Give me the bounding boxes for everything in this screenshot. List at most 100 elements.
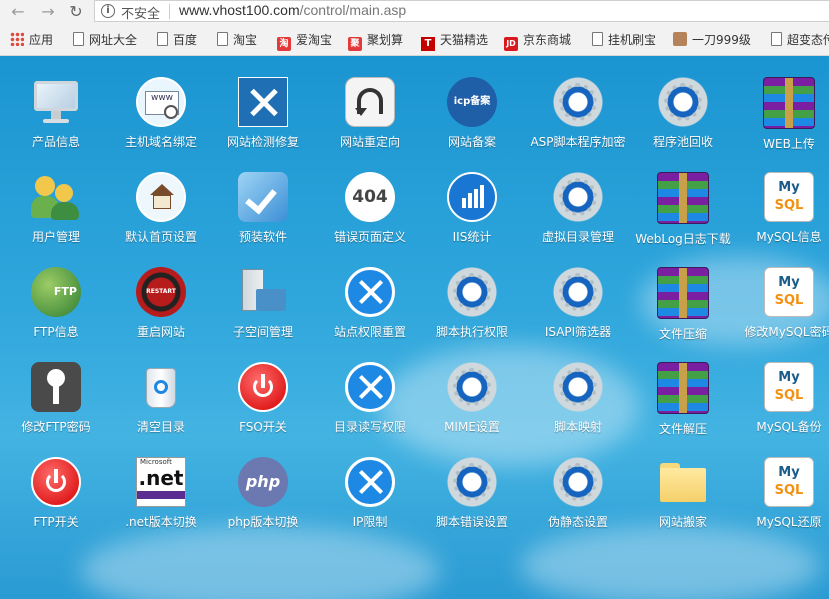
desktop-app-item[interactable]: My SQL MySQL信息 [737, 172, 829, 246]
app-label: 虚拟目录管理 [541, 230, 614, 244]
desktop-app-item[interactable]: 网站检测修复 [211, 77, 315, 151]
desktop-app-item[interactable]: 预装软件 [211, 172, 315, 246]
desktop-app-item[interactable]: 脚本映射 [526, 362, 630, 436]
browser-toolbar: ← → ↻ i 不安全 www.vhost100.com/control/mai… [0, 0, 829, 24]
app-label: IIS统计 [452, 230, 492, 244]
desktop-app-item[interactable]: MIME设置 [420, 362, 524, 436]
desktop-app-item[interactable]: 清空目录 [109, 362, 213, 436]
app-label: .net版本切换 [125, 515, 197, 529]
desktop-app-item[interactable]: ISAPI筛选器 [526, 267, 630, 341]
desktop-app-item[interactable]: FTP开关 [4, 457, 108, 531]
recycle-bin-icon [136, 362, 186, 412]
mysql-text-b: SQL [774, 293, 804, 308]
desktop-app-item[interactable]: FTP FTP信息 [4, 267, 108, 341]
desktop-app-item[interactable]: Microsoft .net .net版本切换 [109, 457, 213, 531]
app-label: FTP开关 [33, 515, 79, 529]
desktop-app-item[interactable]: 产品信息 [4, 77, 108, 151]
app-label: 脚本执行权限 [435, 325, 508, 339]
mysql-icon: My SQL [764, 457, 814, 507]
desktop-app-item[interactable]: 目录读写权限 [318, 362, 422, 436]
mysql-icon: My SQL [764, 172, 814, 222]
bookmark-item[interactable]: 挂机刷宝 [592, 31, 656, 49]
bookmark-item[interactable]: 淘宝 [217, 31, 257, 49]
url-text[interactable]: www.vhost100.com/control/main.asp [179, 2, 406, 18]
bookmark-item[interactable]: T 天猫精选 [421, 31, 488, 51]
bookmark-label: 应用 [29, 33, 54, 47]
desktop-app-item[interactable]: 网站重定向 [318, 77, 422, 151]
mysql-text-a: My [778, 465, 800, 480]
desktop-app-item[interactable]: FSO开关 [211, 362, 315, 436]
bookmark-label: 聚划算 [367, 33, 404, 47]
desktop-app-item[interactable]: 子空间管理 [211, 267, 315, 341]
desktop-app-item[interactable]: WEB上传 [737, 77, 829, 153]
mysql-text-b: SQL [774, 198, 804, 213]
address-bar[interactable]: i 不安全 www.vhost100.com/control/main.asp [94, 0, 829, 22]
desktop-app-item[interactable]: 脚本执行权限 [420, 267, 524, 341]
desktop-app-item[interactable]: icp备案 网站备案 [420, 77, 524, 151]
app-label: 脚本错误设置 [435, 515, 508, 529]
desktop-app-item[interactable]: IP限制 [318, 457, 422, 531]
app-label: 用户管理 [31, 230, 80, 244]
mysql-icon: My SQL [764, 362, 814, 412]
mysql-icon: My SQL [764, 267, 814, 317]
control-panel-desktop: 产品信息 www 主机域名绑定 网站检测修复 网站重定向 icp备案 网站备案 ASP脚本程序… [0, 56, 829, 599]
bookmark-label: 超变态传 [787, 33, 829, 47]
bookmark-item[interactable]: 超变态传 [771, 31, 829, 49]
desktop-app-item[interactable]: 默认首页设置 [109, 172, 213, 246]
desktop-app-item[interactable]: 用户管理 [4, 172, 108, 246]
desktop-app-item[interactable]: www 主机域名绑定 [109, 77, 213, 151]
desktop-app-item[interactable]: php php版本切换 [211, 457, 315, 531]
desktop-app-item[interactable]: 程序池回收 [631, 77, 735, 151]
desktop-app-item[interactable]: WebLog日志下载 [631, 172, 735, 248]
desktop-app-item[interactable]: RESTART 重启网站 [109, 267, 213, 341]
icp-badge-icon: icp备案 [447, 77, 497, 127]
desktop-app-item[interactable]: ASP脚本程序加密 [526, 77, 630, 151]
desktop-app-item[interactable]: 文件解压 [631, 362, 735, 438]
bookmark-label: 一刀999级 [692, 33, 751, 47]
gear-icon [553, 362, 603, 412]
app-label: MySQL还原 [756, 515, 822, 529]
app-label: 目录读写权限 [333, 420, 406, 434]
home-icon [136, 172, 186, 222]
app-label: 产品信息 [31, 135, 80, 149]
desktop-app-item[interactable]: My SQL 修改MySQL密码 [737, 267, 829, 341]
app-label: 修改MySQL密码 [744, 325, 829, 339]
desktop-app-item[interactable]: 虚拟目录管理 [526, 172, 630, 246]
forward-icon[interactable]: → [38, 2, 58, 22]
bookmark-item[interactable]: 聚聚划算 [348, 31, 404, 51]
hammer-icon [345, 267, 395, 317]
desktop-app-item[interactable]: 404 错误页面定义 [318, 172, 422, 246]
desktop-app-item[interactable]: IIS统计 [420, 172, 524, 246]
gear-icon [447, 457, 497, 507]
desktop-app-item[interactable]: 脚本错误设置 [420, 457, 524, 531]
desktop-app-item[interactable]: My SQL MySQL备份 [737, 362, 829, 436]
bookmark-label: 网址大全 [89, 33, 138, 47]
gear-icon [447, 362, 497, 412]
bookmark-apps[interactable]: 应用 [10, 31, 53, 49]
bookmark-item[interactable]: 百度 [157, 31, 197, 49]
app-label: 预装软件 [238, 230, 287, 244]
app-label: 程序池回收 [652, 135, 713, 149]
winrar-icon [657, 172, 709, 224]
mysql-text-b: SQL [774, 388, 804, 403]
desktop-app-item[interactable]: 伪静态设置 [526, 457, 630, 531]
divider [169, 4, 170, 19]
desktop-app-item[interactable]: 修改FTP密码 [4, 362, 108, 436]
bookmark-item[interactable]: JD 京东商城 [504, 31, 571, 51]
app-label: php版本切换 [227, 515, 299, 529]
gear-icon [553, 77, 603, 127]
ftp-globe-icon: FTP [31, 267, 81, 317]
back-icon[interactable]: ← [8, 2, 28, 22]
desktop-app-item[interactable]: 站点权限重置 [318, 267, 422, 341]
desktop-app-item[interactable]: 文件压缩 [631, 267, 735, 343]
app-label: 网站搬家 [658, 515, 707, 529]
app-label: MySQL备份 [756, 420, 822, 434]
bookmark-item[interactable]: 一刀999级 [673, 31, 751, 49]
desktop-app-item[interactable]: My SQL MySQL还原 [737, 457, 829, 531]
info-icon[interactable]: i [101, 4, 115, 18]
bookmark-item[interactable]: 网址大全 [73, 31, 137, 49]
desktop-app-item[interactable]: 网站搬家 [631, 457, 735, 531]
reload-icon[interactable]: ↻ [66, 2, 86, 22]
bookmark-item[interactable]: 淘爱淘宝 [277, 31, 332, 51]
mysql-text-a: My [778, 180, 800, 195]
